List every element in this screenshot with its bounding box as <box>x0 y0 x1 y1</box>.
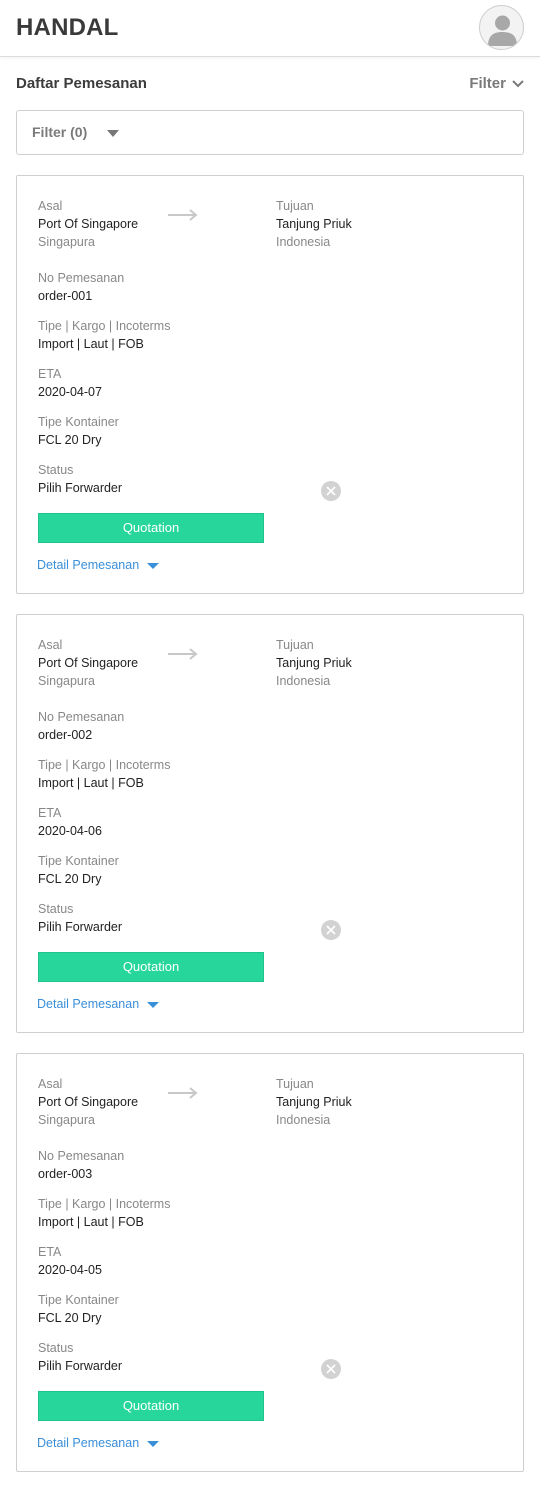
origin-port: Port Of Singapore <box>38 217 139 231</box>
type-cargo-incoterms: Import | Laut | FOB <box>38 1215 144 1229</box>
origin-port: Port Of Singapore <box>38 1095 139 1109</box>
origin-country: Singapura <box>38 1113 95 1127</box>
container-type-label: Tipe Kontainer <box>38 1293 119 1307</box>
filter-dropdown-label: Filter (0) <box>32 124 88 140</box>
order-no: order-001 <box>38 289 93 303</box>
eta-value: 2020-04-05 <box>38 1263 102 1277</box>
detail-link-label: Detail Pemesanan <box>37 558 140 572</box>
cancel-order-button[interactable] <box>321 481 341 501</box>
destination-country: Indonesia <box>276 1113 331 1127</box>
quotation-button[interactable]: Quotation <box>38 1391 264 1421</box>
page-title: Daftar Pemesanan <box>16 75 147 92</box>
type-cargo-incoterms: Import | Laut | FOB <box>38 337 144 351</box>
destination-port: Tanjung Priuk <box>276 1095 352 1109</box>
caret-down-icon <box>147 1441 160 1447</box>
order-no: order-002 <box>38 728 93 742</box>
eta-label: ETA <box>38 806 62 820</box>
quotation-button[interactable]: Quotation <box>38 513 264 543</box>
order-no: order-003 <box>38 1167 93 1181</box>
close-icon <box>326 1364 336 1374</box>
destination-port: Tanjung Priuk <box>276 656 352 670</box>
destination-port: Tanjung Priuk <box>276 217 352 231</box>
eta-label: ETA <box>38 1245 62 1259</box>
order-no-label: No Pemesanan <box>38 710 125 724</box>
arrow-right-icon <box>168 1087 198 1099</box>
status-label: Status <box>38 1341 74 1355</box>
avatar-icon <box>488 15 517 46</box>
brand-logo: HANDAL <box>16 14 119 41</box>
container-type: FCL 20 Dry <box>38 433 102 447</box>
cancel-order-button[interactable] <box>321 1359 341 1379</box>
status-label: Status <box>38 463 74 477</box>
filter-dropdown[interactable]: Filter (0) <box>16 110 524 155</box>
origin-label: Asal <box>38 199 63 213</box>
order-card: Asal Port Of Singapore Singapura Tujuan … <box>16 1053 524 1472</box>
eta-value: 2020-04-07 <box>38 385 102 399</box>
destination-label: Tujuan <box>276 199 314 213</box>
origin-country: Singapura <box>38 235 95 249</box>
destination-label: Tujuan <box>276 638 314 652</box>
order-no-label: No Pemesanan <box>38 1149 125 1163</box>
order-no-label: No Pemesanan <box>38 271 125 285</box>
arrow-right-icon <box>168 209 198 221</box>
origin-label: Asal <box>38 638 63 652</box>
type-cargo-incoterms-label: Tipe | Kargo | Incoterms <box>38 758 171 772</box>
origin-port: Port Of Singapore <box>38 656 139 670</box>
avatar-button[interactable] <box>479 5 524 50</box>
order-card: Asal Port Of Singapore Singapura Tujuan … <box>16 614 524 1033</box>
status-value: Pilih Forwarder <box>38 1359 123 1373</box>
status-label: Status <box>38 902 74 916</box>
arrow-right-icon <box>168 648 198 660</box>
eta-value: 2020-04-06 <box>38 824 102 838</box>
app-bar: HANDAL <box>0 0 540 57</box>
caret-down-icon <box>107 130 119 137</box>
destination-country: Indonesia <box>276 674 331 688</box>
origin-label: Asal <box>38 1077 63 1091</box>
type-cargo-incoterms-label: Tipe | Kargo | Incoterms <box>38 319 171 333</box>
container-type-label: Tipe Kontainer <box>38 415 119 429</box>
status-value: Pilih Forwarder <box>38 920 123 934</box>
filter-toggle[interactable]: Filter <box>469 75 524 92</box>
detail-pemesanan-link[interactable]: Detail Pemesanan <box>37 997 160 1011</box>
detail-link-label: Detail Pemesanan <box>37 997 140 1011</box>
quotation-button[interactable]: Quotation <box>38 952 264 982</box>
detail-link-label: Detail Pemesanan <box>37 1436 140 1450</box>
status-value: Pilih Forwarder <box>38 481 123 495</box>
filter-toggle-label: Filter <box>469 75 506 92</box>
caret-down-icon <box>147 563 160 569</box>
origin-country: Singapura <box>38 674 95 688</box>
detail-pemesanan-link[interactable]: Detail Pemesanan <box>37 1436 160 1450</box>
destination-country: Indonesia <box>276 235 331 249</box>
close-icon <box>326 925 336 935</box>
type-cargo-incoterms-label: Tipe | Kargo | Incoterms <box>38 1197 171 1211</box>
container-type-label: Tipe Kontainer <box>38 854 119 868</box>
container-type: FCL 20 Dry <box>38 872 102 886</box>
container-type: FCL 20 Dry <box>38 1311 102 1325</box>
close-icon <box>326 486 336 496</box>
caret-down-icon <box>147 1002 160 1008</box>
eta-label: ETA <box>38 367 62 381</box>
detail-pemesanan-link[interactable]: Detail Pemesanan <box>37 558 160 572</box>
chevron-down-icon <box>512 79 524 87</box>
destination-label: Tujuan <box>276 1077 314 1091</box>
order-card: Asal Port Of Singapore Singapura Tujuan … <box>16 175 524 594</box>
type-cargo-incoterms: Import | Laut | FOB <box>38 776 144 790</box>
cancel-order-button[interactable] <box>321 920 341 940</box>
